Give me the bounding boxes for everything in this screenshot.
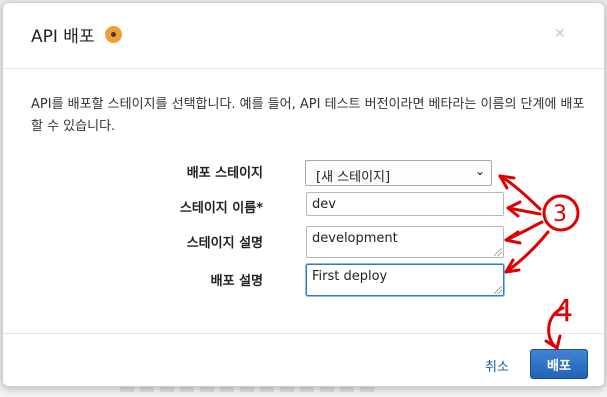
deploy-description-label: 배포 설명 [210,274,263,289]
close-icon[interactable]: ✕ [554,26,566,42]
stage-description-label: 스테이지 설명 [186,236,263,251]
deploy-button[interactable]: 배포 [530,349,588,379]
dialog-footer: 취소 배포 [3,333,604,386]
deploy-stage-value: [새 스테이지] [316,170,391,185]
dialog-description: API를 배포할 스테이지를 선택합니다. 예를 들어, API 테스트 버전이… [31,97,585,134]
deploy-api-dialog: API 배포 ✕ API를 배포할 스테이지를 선택합니다. 예를 들어, AP… [2,2,605,387]
deploy-description-value: First deploy [312,269,388,284]
stage-description-textarea[interactable]: development [306,226,504,258]
deploy-stage-select[interactable]: [새 스테이지] ⌄ [305,160,492,186]
deploy-stage-label: 배포 스테이지 [186,166,263,181]
dialog-title: API 배포 [31,27,95,47]
info-icon[interactable] [105,26,122,43]
dialog-header: API 배포 ✕ [3,3,604,69]
resize-handle-icon[interactable] [494,286,502,294]
deploy-description-textarea[interactable]: First deploy [306,264,504,296]
cancel-button[interactable]: 취소 [485,356,509,375]
stage-name-label: 스테이지 이름* [179,201,263,216]
stage-name-input[interactable]: dev [306,192,504,216]
chevron-down-icon: ⌄ [474,164,485,178]
stage-description-value: development [312,231,398,246]
resize-handle-icon[interactable] [494,248,502,256]
